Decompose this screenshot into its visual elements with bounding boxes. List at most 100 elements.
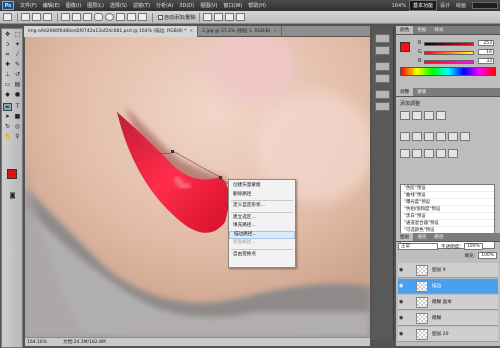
crop-tool-icon[interactable]: ⌗ — [3, 51, 12, 59]
polygon-shape-icon[interactable] — [116, 13, 125, 21]
exposure-icon[interactable] — [436, 111, 446, 120]
eye-icon[interactable]: ◉ — [399, 331, 405, 337]
menu-select[interactable]: 选择(S) — [107, 2, 130, 9]
dodge-tool-icon[interactable]: ● — [13, 91, 22, 99]
tab-swatches[interactable]: 色板 — [413, 26, 430, 34]
red-value[interactable]: 253 — [478, 40, 494, 46]
document-canvas[interactable] — [25, 37, 370, 337]
green-track[interactable] — [424, 51, 474, 55]
eraser-tool-icon[interactable]: ▭ — [3, 81, 12, 89]
tab-masks[interactable]: 蒙版 — [413, 88, 430, 96]
paths-mode-icon[interactable] — [32, 13, 41, 21]
color-spectrum-bar[interactable] — [400, 67, 496, 76]
checkbox-checked-icon[interactable]: ✓ — [158, 14, 163, 20]
fill-pixels-icon[interactable] — [43, 13, 52, 21]
workspace-essentials[interactable]: 基本功能 — [408, 0, 437, 11]
path-combine-intersect-icon[interactable] — [224, 13, 234, 21]
rectangle-tool-icon[interactable]: ■ — [13, 113, 22, 121]
type-tool-icon[interactable]: T — [13, 103, 22, 111]
red-slider[interactable]: R 253 — [418, 40, 496, 47]
menu-image[interactable]: 图像(I) — [63, 2, 84, 9]
tab-layers[interactable]: 图层 — [396, 233, 414, 241]
eyedropper-icon[interactable]: ⁄ — [13, 51, 22, 59]
preset-exposure[interactable]: "曝光度"预设 — [401, 199, 494, 206]
green-value[interactable]: 16 — [478, 49, 494, 55]
tab-adjustments[interactable]: 调整 — [396, 88, 414, 96]
menu-filter[interactable]: 滤镜(T) — [130, 2, 153, 9]
anchor-point[interactable] — [171, 150, 174, 153]
clone-stamp-icon[interactable]: ⊥ — [3, 71, 12, 79]
status-zoom[interactable]: 164.16% — [27, 340, 47, 345]
menu-layer[interactable]: 图层(L) — [84, 2, 107, 9]
menu-window[interactable]: 窗口(W) — [220, 2, 245, 9]
preset-levels[interactable]: "色阶"预设 — [401, 185, 494, 192]
paragraph-panel-icon[interactable] — [375, 102, 390, 111]
gradient-tool-icon[interactable]: ▤ — [13, 81, 22, 89]
opacity-input[interactable]: 100% — [463, 243, 483, 250]
healing-brush-icon[interactable]: ✚ — [3, 61, 12, 69]
levels-icon[interactable] — [412, 111, 422, 120]
pen-tool-icon[interactable]: ✒ — [3, 103, 12, 111]
tab-document-jpg[interactable]: 2.jpg @ 37.2% (图层 1, RGB/8) × — [198, 26, 283, 37]
hue-saturation-icon[interactable] — [412, 132, 422, 141]
clone-source-panel-icon[interactable] — [375, 74, 390, 83]
layer-row-selected[interactable]: ◉ 描边 — [398, 279, 498, 294]
brush-tool-icon[interactable]: ✎ — [13, 61, 22, 69]
workspace-design[interactable]: 设计 — [437, 1, 453, 10]
close-icon[interactable]: × — [190, 29, 194, 34]
posterize-icon[interactable] — [412, 149, 422, 158]
actions-panel-icon[interactable] — [375, 46, 390, 55]
preset-hue-saturation[interactable]: "色相/饱和度"预设 — [401, 206, 494, 213]
menu-edit[interactable]: 编辑(E) — [40, 2, 63, 9]
preset-channel-mixer[interactable]: "通道混合器"预设 — [401, 220, 494, 227]
path-combine-add-icon[interactable] — [202, 13, 212, 21]
blur-tool-icon[interactable]: ◆ — [3, 91, 12, 99]
path-selection-icon[interactable]: ➤ — [3, 113, 12, 121]
ctx-make-selection[interactable]: 建立选区... — [229, 214, 295, 223]
layer-row[interactable]: ◉ 图层 9 — [398, 263, 498, 278]
menu-view[interactable]: 视图(V) — [197, 2, 220, 9]
freeform-pen-icon[interactable] — [72, 13, 81, 21]
curves-icon[interactable] — [424, 111, 434, 120]
menu-3d[interactable]: 3D(D) — [176, 3, 197, 9]
tab-color[interactable]: 颜色 — [396, 26, 414, 34]
preset-curves[interactable]: "曲线"预设 — [401, 192, 494, 199]
blue-value[interactable]: 33 — [478, 58, 494, 64]
blue-slider[interactable]: B 33 — [418, 58, 496, 65]
workspace-painting[interactable]: 绘画 — [453, 1, 469, 10]
rectangle-shape-icon[interactable] — [83, 13, 92, 21]
pen-icon[interactable] — [61, 13, 70, 21]
line-shape-icon[interactable] — [127, 13, 136, 21]
tab-document-psd[interactable]: img-a9d2066f6d80ed2f0742a13af24c681.psd … — [24, 26, 199, 37]
brightness-contrast-icon[interactable] — [400, 111, 410, 120]
eye-icon[interactable]: ◉ — [399, 299, 405, 305]
fill-input[interactable]: 100% — [478, 252, 497, 259]
blend-mode-select[interactable]: 正常 — [398, 243, 438, 250]
tab-paths[interactable]: 路径 — [430, 233, 447, 241]
menu-file[interactable]: 文件(F) — [17, 2, 40, 9]
gradient-map-icon[interactable] — [436, 149, 446, 158]
preset-black-white[interactable]: "黑白"预设 — [401, 213, 494, 220]
menu-help[interactable]: 帮助(H) — [245, 2, 269, 9]
eye-icon[interactable]: ◉ — [399, 283, 405, 289]
current-color-swatch[interactable] — [400, 42, 410, 52]
auto-add-delete-toggle[interactable]: ✓ 自动添加/删除 — [158, 14, 196, 21]
marquee-tool-icon[interactable]: ⬚ — [13, 31, 22, 39]
black-white-icon[interactable] — [436, 132, 446, 141]
color-balance-icon[interactable] — [424, 132, 434, 141]
shape-layers-icon[interactable] — [21, 13, 30, 21]
eye-icon[interactable]: ◉ — [399, 267, 405, 273]
ctx-delete-path[interactable]: 删除路径 — [229, 191, 295, 200]
zoom-tool-icon[interactable]: ⚲ — [13, 133, 22, 141]
photo-filter-icon[interactable] — [448, 132, 458, 141]
move-tool-icon[interactable]: ✥ — [3, 31, 12, 39]
green-slider[interactable]: G 16 — [418, 49, 496, 56]
selective-color-icon[interactable] — [448, 149, 458, 158]
red-track[interactable] — [424, 42, 474, 46]
cs-live-field[interactable] — [472, 2, 498, 9]
history-brush-icon[interactable]: ↺ — [13, 71, 22, 79]
menu-analysis[interactable]: 分析(A) — [153, 2, 176, 9]
layer-row[interactable]: ◉ 图层 20 — [398, 327, 498, 342]
lasso-tool-icon[interactable]: ↄ — [3, 41, 12, 49]
threshold-icon[interactable] — [424, 149, 434, 158]
